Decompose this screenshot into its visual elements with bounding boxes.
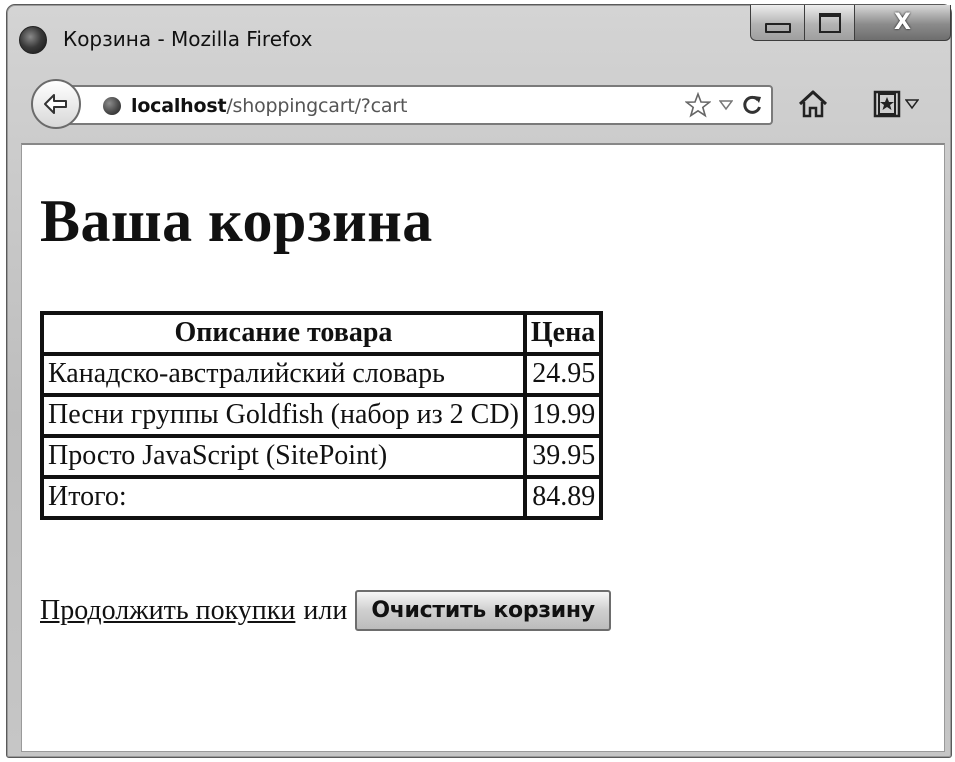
window-title: Корзина - Mozilla Firefox: [63, 27, 313, 51]
star-icon[interactable]: [685, 92, 711, 118]
item-price: 24.95: [524, 354, 602, 395]
close-icon: X: [894, 10, 911, 35]
or-text: или: [303, 594, 348, 626]
firefox-icon: [19, 26, 47, 54]
page-title: Ваша корзина: [40, 188, 433, 254]
title-bar: Корзина - Mozilla Firefox X: [7, 5, 951, 71]
column-header-price: Цена: [524, 313, 602, 354]
home-icon[interactable]: [797, 89, 829, 119]
dropdown-triangle-icon: [905, 99, 919, 110]
cart-actions: Продолжить покупки или Очистить корзину: [40, 590, 611, 631]
item-description: Просто JavaScript (SitePoint): [42, 436, 525, 477]
table-row: Песни группы Goldfish (набор из 2 CD) 19…: [42, 395, 602, 436]
page-viewport: Ваша корзина Описание товара Цена Канадс…: [21, 143, 945, 752]
continue-shopping-link[interactable]: Продолжить покупки: [40, 595, 295, 627]
reload-icon[interactable]: [741, 94, 763, 116]
total-value: 84.89: [524, 477, 602, 518]
back-button[interactable]: [31, 79, 81, 129]
total-row: Итого: 84.89: [42, 477, 602, 518]
url-path: /shoppingcart/?cart: [226, 95, 408, 117]
item-description: Песни группы Goldfish (набор из 2 CD): [42, 395, 525, 436]
globe-icon: [103, 97, 121, 115]
minimize-icon: [764, 22, 791, 33]
total-label: Итого:: [42, 477, 525, 518]
item-price: 39.95: [524, 436, 602, 477]
browser-window: Корзина - Mozilla Firefox X localhost/sh…: [6, 4, 952, 758]
table-row: Просто JavaScript (SitePoint) 39.95: [42, 436, 602, 477]
table-row: Канадско-австралийский словарь 24.95: [42, 354, 602, 395]
url-host: localhost: [131, 95, 227, 117]
back-arrow-icon: [44, 94, 67, 114]
clear-cart-button[interactable]: Очистить корзину: [355, 590, 611, 631]
close-button[interactable]: X: [855, 5, 951, 41]
maximize-icon: [818, 12, 841, 33]
url-text[interactable]: localhost/shoppingcart/?cart: [131, 95, 407, 117]
navigation-toolbar: localhost/shoppingcart/?cart: [7, 71, 951, 137]
window-controls: X: [750, 5, 951, 43]
table-header-row: Описание товара Цена: [42, 313, 602, 354]
column-header-description: Описание товара: [42, 313, 525, 354]
cart-table: Описание товара Цена Канадско-австралийс…: [40, 311, 604, 520]
address-bar[interactable]: localhost/shoppingcart/?cart: [63, 85, 773, 125]
bookmarks-button[interactable]: [872, 89, 919, 119]
address-bar-actions: [685, 92, 763, 118]
bookmarks-icon: [873, 90, 901, 118]
maximize-button[interactable]: [805, 5, 855, 41]
item-description: Канадско-австралийский словарь: [42, 354, 525, 395]
minimize-button[interactable]: [750, 5, 805, 41]
dropdown-triangle-icon[interactable]: [719, 99, 733, 111]
item-price: 19.99: [524, 395, 602, 436]
